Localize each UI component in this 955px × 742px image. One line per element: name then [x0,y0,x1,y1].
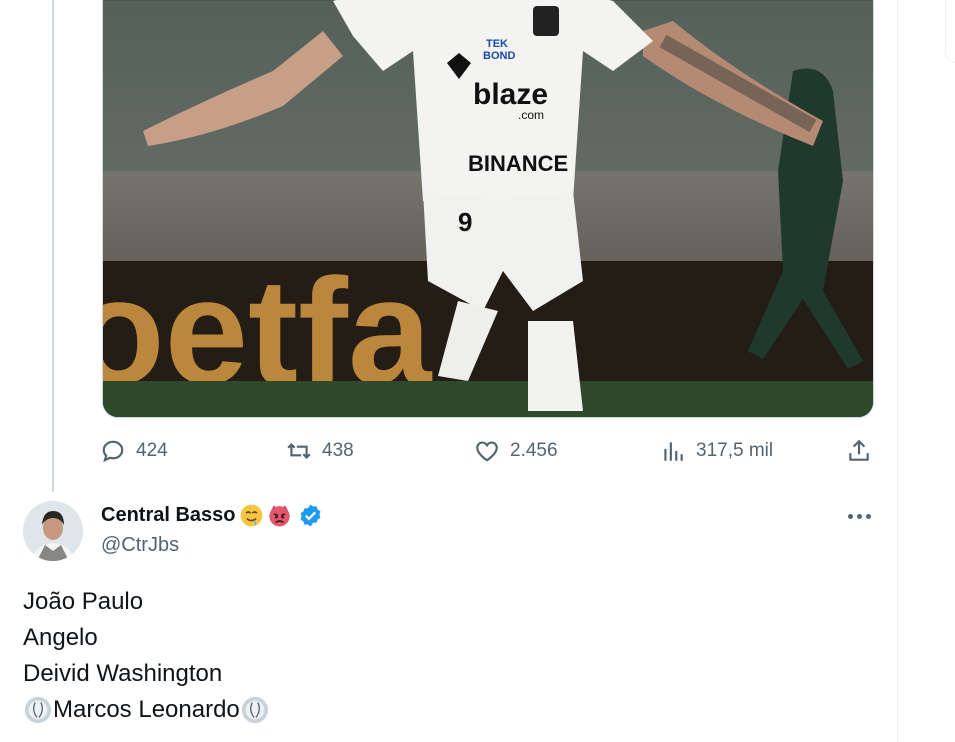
timeline-column: oetfa blaze .com BINANCE TEK BOND 9 424 … [0,0,898,742]
reply-author-row: Central Basso [101,503,323,528]
soccer-ball-emoji [24,696,52,724]
angry-face-emoji [268,505,290,527]
more-dot-icon [865,513,871,519]
avatar-image [23,501,83,561]
like-count: 2.456 [510,440,558,461]
thread-connector-line [52,0,54,492]
reply-count: 424 [136,440,168,461]
verified-badge-icon[interactable] [298,503,323,528]
reply-button[interactable]: 424 [100,432,168,470]
more-dot-icon [847,513,853,519]
author-name[interactable]: Central Basso [101,504,236,527]
right-sidebar-edge [945,0,955,63]
heart-icon [476,441,498,462]
analytics-icon [664,442,683,461]
reply-line: João Paulo [23,588,144,615]
retweet-count: 438 [322,440,354,461]
soccer-ball-emoji [241,696,268,724]
view-count: 317,5 mil [696,440,774,461]
reply-icon [102,440,124,463]
retweet-icon [287,442,311,460]
reply-line: Marcos Leonardo [23,692,270,728]
more-dot-icon [856,513,862,519]
svg-text:9: 9 [458,207,472,237]
svg-text:BOND: BOND [483,50,515,62]
share-button[interactable] [846,432,872,470]
svg-text:blaze: blaze [473,78,548,111]
player-celebration-photo: oetfa blaze .com BINANCE TEK BOND 9 [103,0,873,417]
svg-text:BINANCE: BINANCE [468,151,568,176]
more-options-button[interactable] [842,502,876,530]
retweet-button[interactable]: 438 [286,432,354,470]
tweet-action-bar: 424 438 2.456 317,5 mil [100,432,875,470]
share-icon [849,439,869,461]
like-button[interactable]: 2.456 [474,432,558,470]
reply-line: Deivid Washington [23,660,223,687]
avatar[interactable] [23,501,83,561]
drooling-face-emoji [240,504,262,527]
svg-text:TEK: TEK [486,38,508,50]
author-handle[interactable]: @CtrJbs [101,534,179,557]
svg-text:.com: .com [518,108,544,122]
tweet-media-image[interactable]: oetfa blaze .com BINANCE TEK BOND 9 [102,0,874,418]
views-button[interactable]: 317,5 mil [660,432,773,470]
reply-text: João Paulo Angelo Deivid Washington Marc… [23,584,270,728]
reply-line: Angelo [23,624,98,651]
